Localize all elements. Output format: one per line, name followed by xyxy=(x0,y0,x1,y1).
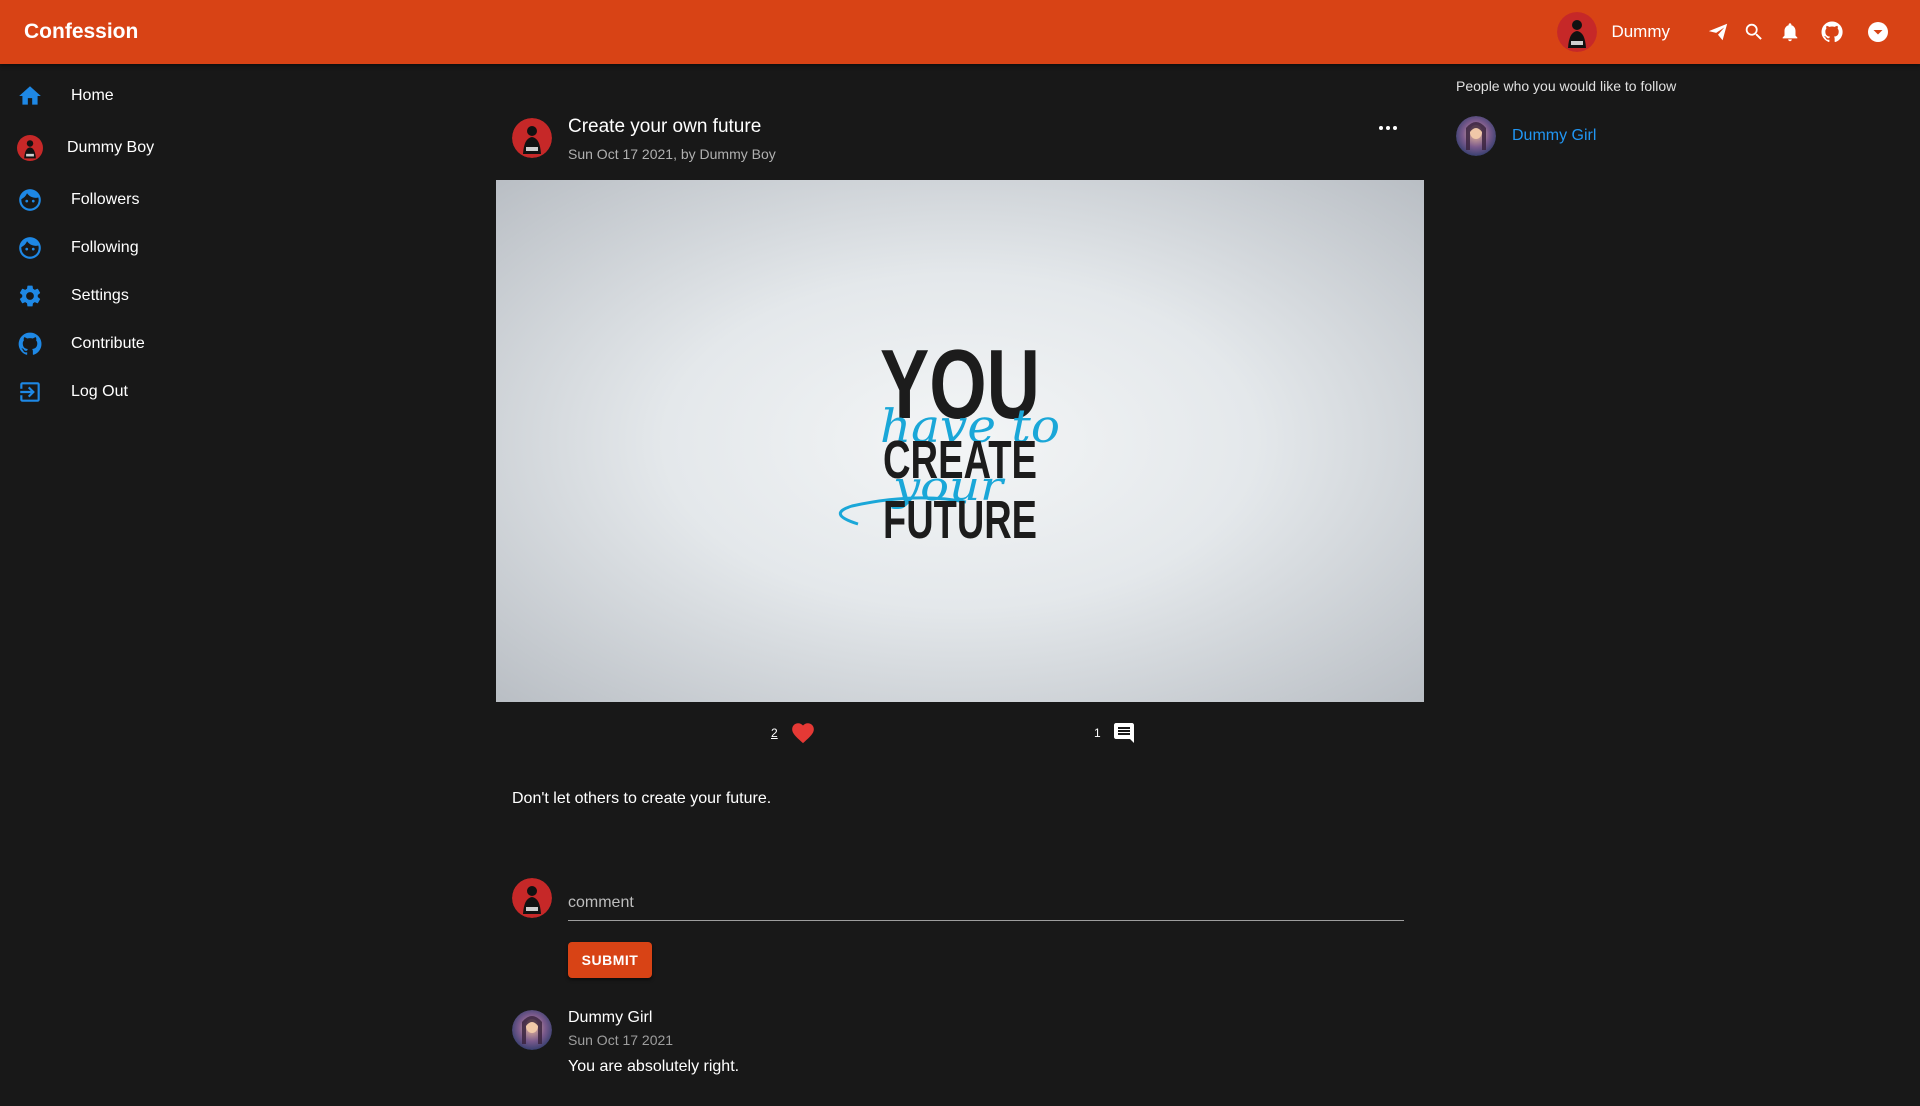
comment-icon[interactable] xyxy=(1112,721,1136,745)
comment-author[interactable]: Dummy Girl xyxy=(568,1009,652,1027)
avatar xyxy=(512,878,552,918)
post-card: Create your own future Sun Oct 17 2021, … xyxy=(496,100,1424,1106)
post-title: Create your own future xyxy=(568,116,762,137)
sidebar-item-settings[interactable]: Settings xyxy=(0,272,320,320)
sidebar-item-contribute[interactable]: Contribute xyxy=(0,320,320,368)
heart-icon[interactable] xyxy=(790,720,816,746)
post-body: Don't let others to create your future. xyxy=(512,790,772,807)
avatar[interactable] xyxy=(1456,116,1496,156)
header-user-name[interactable]: Dummy xyxy=(1611,22,1670,42)
comment-item: Dummy Girl Sun Oct 17 2021 You are absol… xyxy=(496,1006,1424,1106)
home-icon xyxy=(16,82,44,110)
send-icon[interactable] xyxy=(1706,20,1730,44)
comment-input[interactable] xyxy=(568,886,1404,921)
post-subtitle: Sun Oct 17 2021, by Dummy Boy xyxy=(568,146,776,162)
sidebar-item-label: Contribute xyxy=(71,335,145,352)
comment-text: You are absolutely right. xyxy=(568,1058,740,1075)
sidebar-item-logout[interactable]: Log Out xyxy=(0,368,320,416)
more-icon[interactable] xyxy=(1374,118,1402,138)
search-icon[interactable] xyxy=(1742,20,1766,44)
face-icon xyxy=(16,234,44,262)
chevron-down-icon[interactable] xyxy=(1866,20,1890,44)
face-icon xyxy=(16,186,44,214)
sidebar-item-label: Settings xyxy=(71,287,129,304)
sidebar-item-home[interactable]: Home xyxy=(0,72,320,120)
avatar xyxy=(10,128,50,168)
comment-count: 1 xyxy=(1094,726,1101,740)
sidebar: Home Dummy Boy Followers Following Setti… xyxy=(0,72,320,416)
suggested-user-name[interactable]: Dummy Girl xyxy=(1512,127,1596,145)
comment-form: SUBMIT xyxy=(496,866,1424,998)
github-icon[interactable] xyxy=(1820,20,1844,44)
suggested-user[interactable]: Dummy Girl xyxy=(1456,116,1856,156)
avatar[interactable] xyxy=(512,1010,552,1050)
sidebar-item-label: Log Out xyxy=(71,383,128,400)
sidebar-item-followers[interactable]: Followers xyxy=(0,176,320,224)
gear-icon xyxy=(16,282,44,310)
app-title[interactable]: Confession xyxy=(24,0,138,64)
post-image: YOU have to CREATE your FUTURE xyxy=(496,180,1424,702)
post-actions: 2 1 xyxy=(496,702,1424,766)
app-bar: Confession Dummy xyxy=(0,0,1920,64)
sidebar-item-label: Dummy Boy xyxy=(67,139,155,156)
sidebar-item-label: Followers xyxy=(71,191,140,208)
github-icon xyxy=(16,330,44,358)
app-bar-actions: Dummy xyxy=(1557,0,1890,64)
image-text-future: FUTURE xyxy=(883,490,1037,550)
avatar[interactable] xyxy=(512,118,552,158)
post-header: Create your own future Sun Oct 17 2021, … xyxy=(496,100,1424,180)
sidebar-item-label: Home xyxy=(71,87,114,104)
sidebar-item-following[interactable]: Following xyxy=(0,224,320,272)
sidebar-item-profile[interactable]: Dummy Boy xyxy=(0,120,320,176)
avatar[interactable] xyxy=(1557,12,1598,52)
bell-icon[interactable] xyxy=(1778,20,1802,44)
submit-button[interactable]: SUBMIT xyxy=(568,942,652,978)
follow-suggestions: People who you would like to follow Dumm… xyxy=(1456,78,1856,156)
logout-icon xyxy=(16,378,44,406)
like-count[interactable]: 2 xyxy=(771,726,778,740)
comment-date: Sun Oct 17 2021 xyxy=(568,1032,674,1048)
suggestions-title: People who you would like to follow xyxy=(1456,78,1677,94)
sidebar-item-label: Following xyxy=(71,239,139,256)
